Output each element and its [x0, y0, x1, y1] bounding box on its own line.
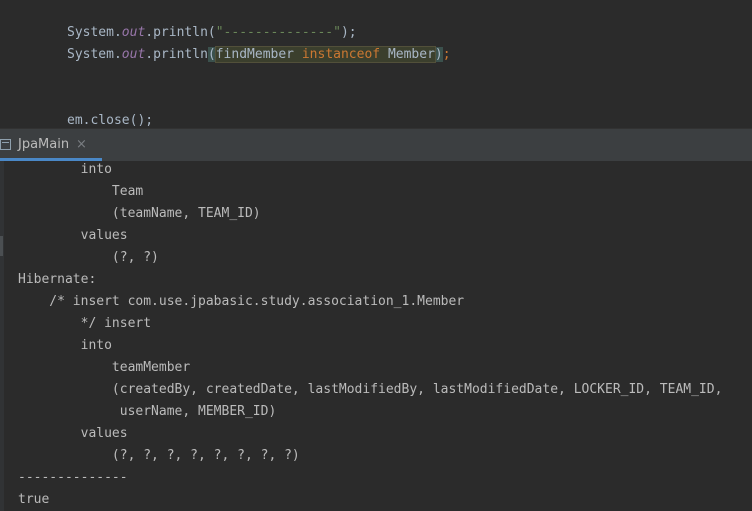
tab-label: JpaMain: [18, 137, 70, 152]
console-line: true: [18, 492, 50, 507]
console-line: (?, ?, ?, ?, ?, ?, ?, ?): [18, 448, 300, 463]
code-token: System.: [67, 25, 122, 40]
code-token: instanceof: [301, 47, 381, 62]
code-token: em.close();: [67, 113, 154, 128]
console-line: Hibernate:: [18, 272, 97, 287]
code-token: ;: [442, 47, 451, 62]
console-line: values: [18, 426, 128, 441]
console-line: teamMember: [18, 360, 191, 375]
code-token: out: [121, 47, 146, 62]
code-line-println-instanceof[interactable]: System.out.println(findMember instanceof…: [67, 46, 451, 64]
code-token: .println: [145, 47, 208, 62]
close-icon[interactable]: ×: [76, 129, 87, 161]
console-line: into: [18, 338, 112, 353]
code-token: Member: [387, 47, 435, 62]
console-line: --------------: [18, 470, 128, 485]
console-line: (createdBy, createdDate, lastModifiedBy,…: [18, 382, 723, 397]
run-tool-window-header: JpaMain ×: [0, 128, 752, 161]
console-gutter: [0, 161, 4, 511]
code-token: .println(: [145, 25, 216, 40]
console-line: */ insert: [18, 316, 152, 331]
code-token: );: [340, 25, 357, 40]
code-highlight: findMember instanceof Member: [214, 46, 436, 63]
console-line: userName, MEMBER_ID): [18, 404, 277, 419]
code-token: out: [121, 25, 146, 40]
console-scroll-marker: [0, 236, 3, 256]
console-line: values: [18, 228, 128, 243]
code-token: findMember: [215, 47, 295, 62]
console-line: Team: [18, 184, 144, 199]
console-output[interactable]: into Team (teamName, TEAM_ID) values (?,…: [0, 161, 752, 511]
editor-gutter: [0, 0, 20, 128]
console-line: /* insert com.use.jpabasic.study.associa…: [18, 294, 465, 309]
code-token: System.: [67, 47, 122, 62]
tab-jpamain[interactable]: JpaMain ×: [0, 129, 102, 161]
code-token: "--------------": [215, 25, 341, 40]
console-line: (?, ?): [18, 250, 159, 265]
console-icon: [0, 139, 11, 150]
code-token: (: [207, 47, 216, 62]
console-line: into: [18, 162, 112, 177]
code-line-println-separator[interactable]: System.out.println("--------------");: [67, 24, 357, 42]
console-line: (teamName, TEAM_ID): [18, 206, 261, 221]
code-token: ): [434, 47, 443, 62]
code-editor[interactable]: System.out.println("--------------"); Sy…: [0, 0, 752, 128]
